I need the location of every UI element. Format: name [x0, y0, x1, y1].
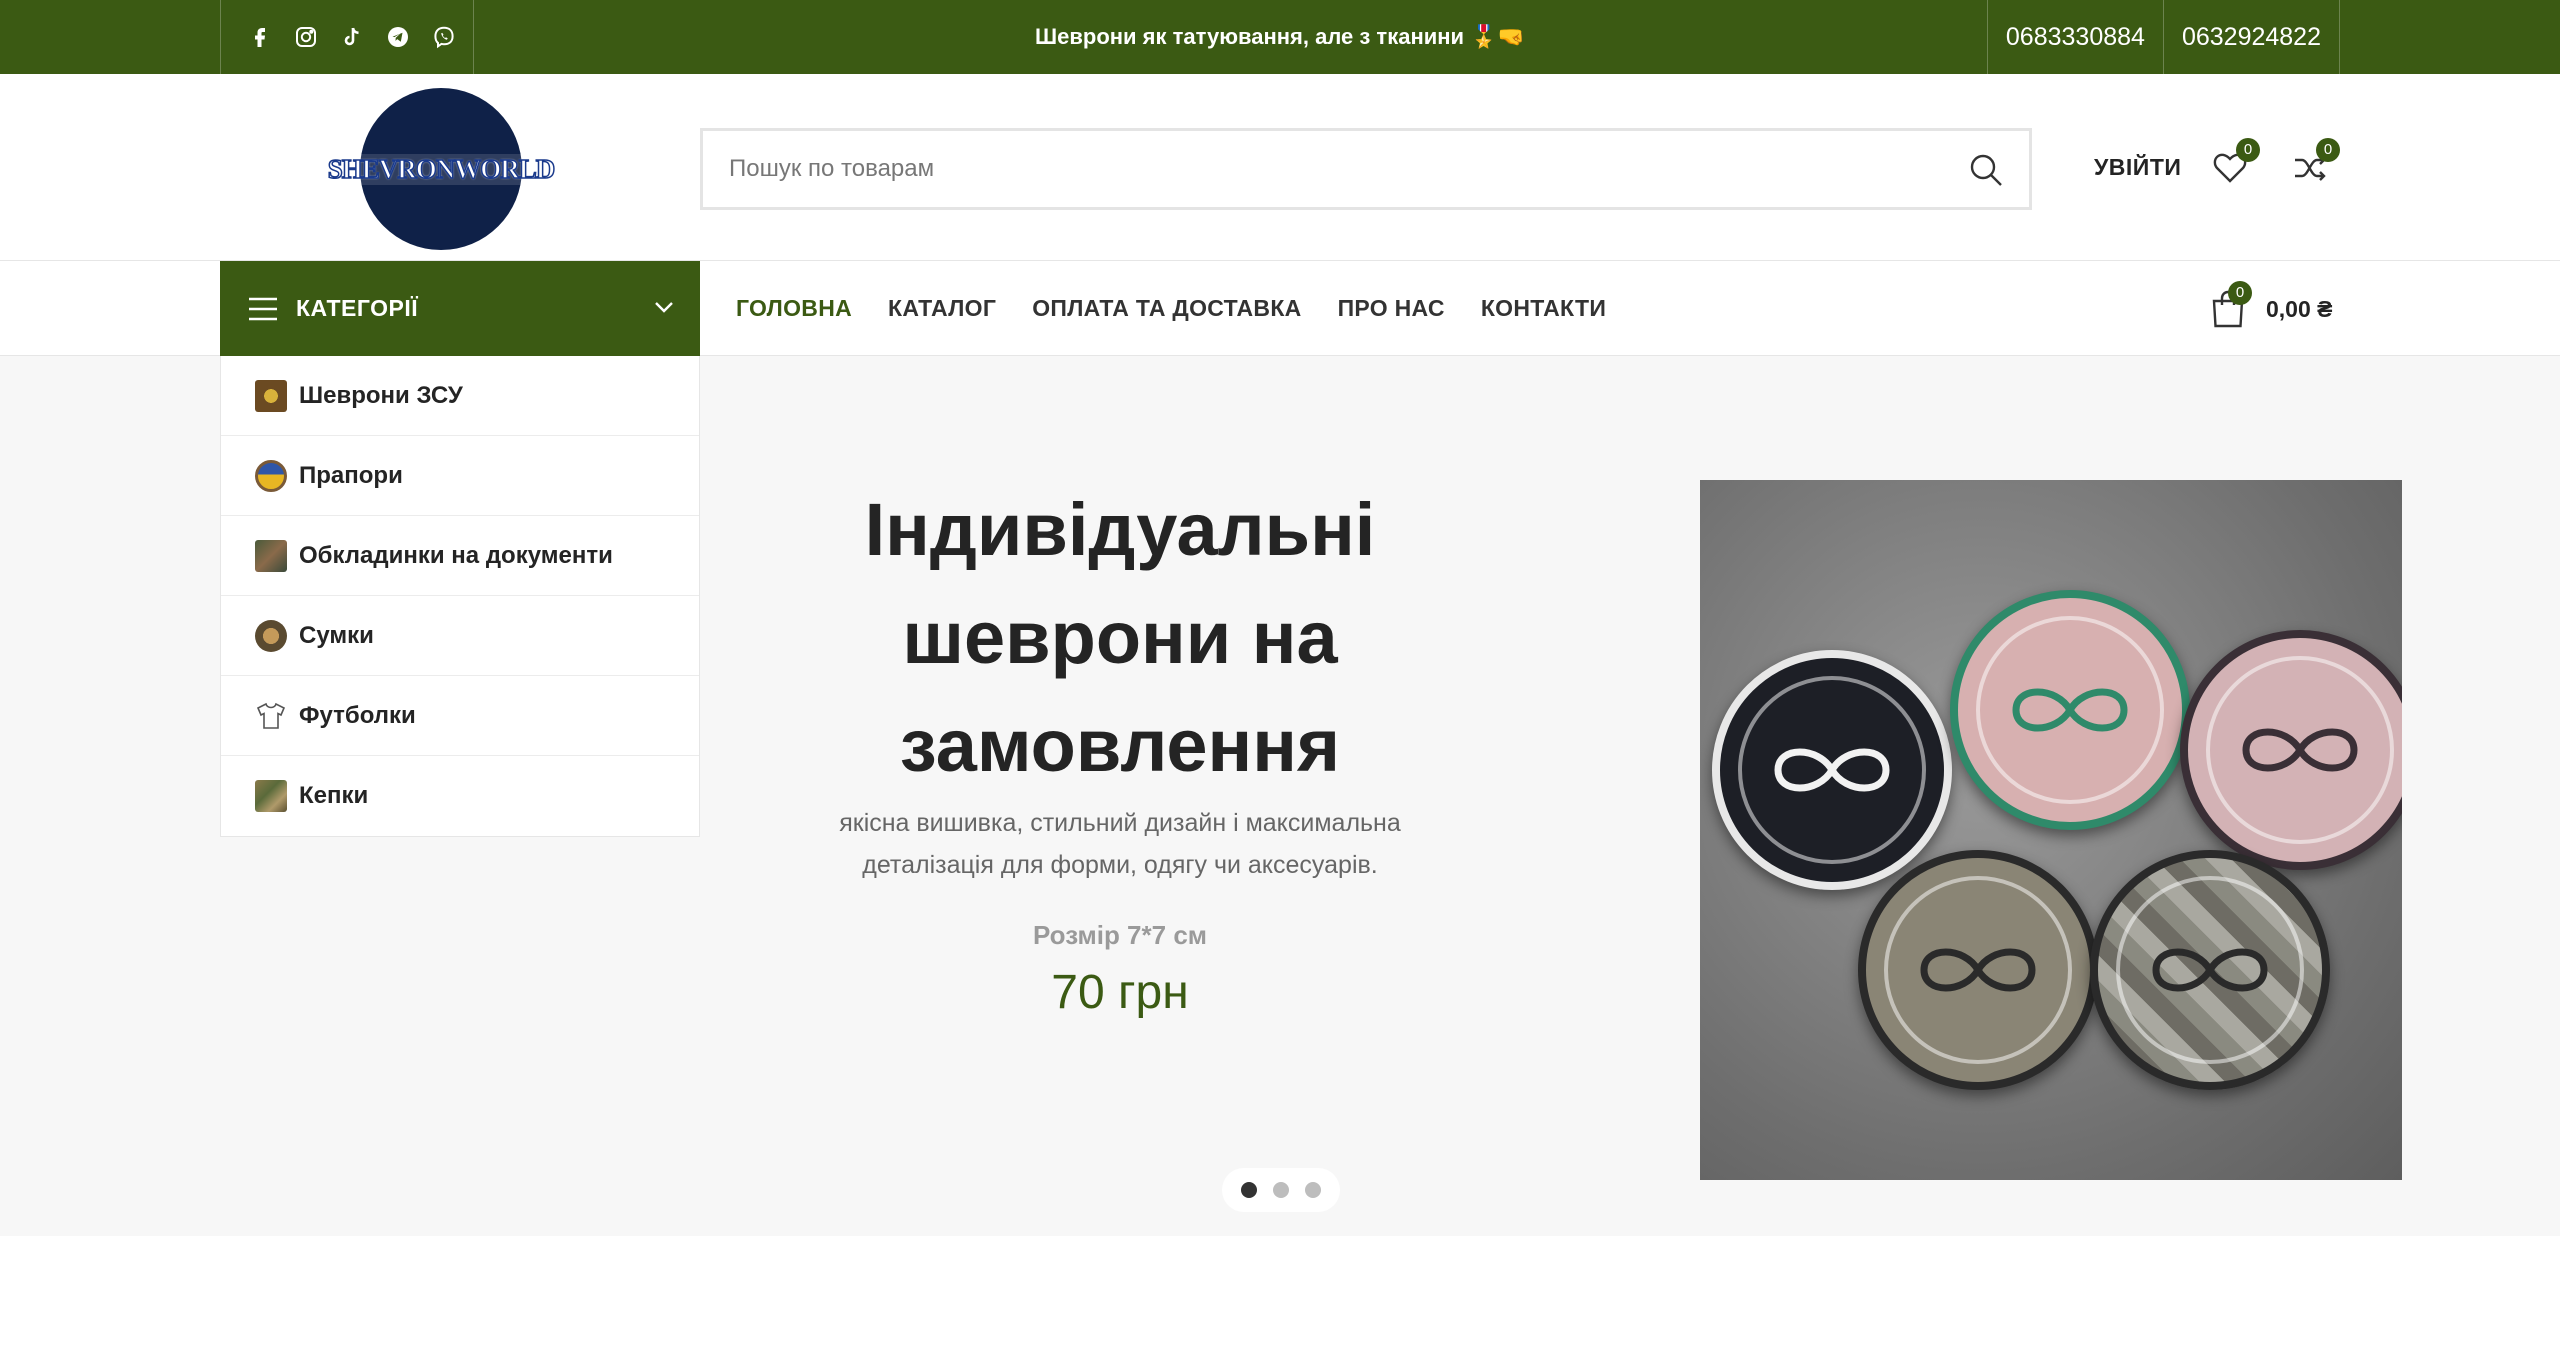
- slide-title: Індивідуальні шеврони на замовлення: [780, 476, 1460, 800]
- instagram-icon[interactable]: [293, 24, 319, 50]
- slide-subtitle: якісна вишивка, стильний дизайн і максим…: [780, 802, 1460, 886]
- cart-total: 0,00 ₴: [2266, 295, 2333, 322]
- shopping-bag-icon: 0: [2210, 281, 2252, 329]
- nav-item-payment-delivery[interactable]: ОПЛАТА ТА ДОСТАВКА: [1032, 295, 1301, 322]
- phone-link-2[interactable]: 0632924822: [2162, 0, 2340, 74]
- category-item-flags[interactable]: Прапори: [221, 436, 699, 516]
- slide-title-line: Індивідуальні: [864, 488, 1376, 571]
- categories-toggle[interactable]: КАТЕГОРІЇ: [220, 261, 700, 356]
- slider-dot-3[interactable]: [1305, 1182, 1321, 1198]
- tiktok-icon[interactable]: [339, 24, 365, 50]
- slide-price: 70 грн: [1051, 966, 1189, 1019]
- phone-links: 0683330884 0632924822: [1986, 0, 2340, 74]
- tshirt-icon: [255, 700, 287, 732]
- slide-subtitle-line: деталізація для форми, одягу чи аксесуар…: [862, 851, 1378, 879]
- slide-size: Розмір 7*7 см: [1032, 920, 1208, 950]
- category-label: Шеврони ЗСУ: [299, 381, 463, 409]
- patch-image: [1858, 850, 2098, 1090]
- slide-text: Індивідуальні шеврони на замовлення якіс…: [780, 476, 1460, 1020]
- slide-image-patches: [1700, 480, 2402, 1180]
- category-item-tshirts[interactable]: Футболки: [221, 676, 699, 756]
- main-menu: ГОЛОВНА КАТАЛОГ ОПЛАТА ТА ДОСТАВКА ПРО Н…: [736, 261, 1606, 356]
- chevron-thumbnail: [255, 379, 287, 412]
- nav-item-contacts[interactable]: КОНТАКТИ: [1481, 295, 1606, 322]
- viber-icon[interactable]: [431, 24, 457, 50]
- login-link[interactable]: УВІЙТИ: [2094, 154, 2181, 181]
- facebook-icon[interactable]: [247, 24, 273, 50]
- category-label: Футболки: [299, 701, 416, 729]
- slide-subtitle-line: якісна вишивка, стильний дизайн і максим…: [839, 809, 1401, 837]
- slider-dot-2[interactable]: [1273, 1182, 1289, 1198]
- patch-image: [2180, 630, 2402, 870]
- nav-item-catalog[interactable]: КАТАЛОГ: [888, 295, 996, 322]
- wishlist-button[interactable]: 0: [2212, 138, 2260, 190]
- compare-button[interactable]: 0: [2292, 138, 2340, 190]
- search-icon[interactable]: [1967, 151, 2005, 189]
- cart-button[interactable]: 0 0,00 ₴: [2210, 281, 2333, 329]
- menu-icon: [248, 296, 278, 322]
- category-label: Обкладинки на документи: [299, 541, 613, 569]
- search-box: [700, 128, 2032, 210]
- category-item-caps[interactable]: Кепки: [221, 756, 699, 836]
- category-item-document-covers[interactable]: Обкладинки на документи: [221, 516, 699, 596]
- document-cover-thumbnail: [255, 539, 287, 572]
- main-nav-bar: КАТЕГОРІЇ ГОЛОВНА КАТАЛОГ ОПЛАТА ТА ДОСТ…: [0, 261, 2560, 356]
- category-label: Сумки: [299, 621, 374, 649]
- slider-dot-1[interactable]: [1241, 1182, 1257, 1198]
- logo-text: SHEVRONWORLD: [325, 153, 557, 185]
- top-bar: Шеврони як татуювання, але з тканини 🎖️🤜…: [0, 0, 2560, 74]
- telegram-icon[interactable]: [385, 24, 411, 50]
- patch-image: [1712, 650, 1952, 890]
- nav-item-home[interactable]: ГОЛОВНА: [736, 295, 852, 322]
- chevron-down-icon: [652, 295, 676, 319]
- slide-title-line: шеврони на: [902, 596, 1338, 679]
- patch-image: [2090, 850, 2330, 1090]
- bag-thumbnail: [255, 619, 287, 652]
- patch-image: [1950, 590, 2190, 830]
- nav-item-about[interactable]: ПРО НАС: [1338, 295, 1445, 322]
- cap-thumbnail: [255, 780, 287, 812]
- flag-thumbnail: [255, 459, 287, 492]
- social-links: [220, 0, 474, 74]
- compare-count-badge: 0: [2316, 138, 2340, 162]
- hero-section: Шеврони ЗСУ Прапори Обкладинки на докуме…: [0, 356, 2560, 1236]
- cart-count-badge: 0: [2228, 281, 2252, 305]
- phone-link-1[interactable]: 0683330884: [1986, 0, 2163, 74]
- wishlist-count-badge: 0: [2236, 138, 2260, 162]
- search-input[interactable]: [703, 131, 1903, 207]
- category-item-bags[interactable]: Сумки: [221, 596, 699, 676]
- category-list: Шеврони ЗСУ Прапори Обкладинки на докуме…: [220, 356, 700, 837]
- categories-label: КАТЕГОРІЇ: [296, 295, 419, 321]
- site-logo[interactable]: SHEVRONWORLD: [325, 88, 557, 250]
- category-item-chevrons[interactable]: Шеврони ЗСУ: [221, 356, 699, 436]
- site-header: SHEVRONWORLD УВІЙТИ 0 0: [0, 74, 2560, 261]
- category-label: Прапори: [299, 461, 403, 489]
- slider-pagination: [1222, 1168, 1340, 1212]
- category-label: Кепки: [299, 782, 369, 809]
- slide-title-line: замовлення: [899, 704, 1341, 787]
